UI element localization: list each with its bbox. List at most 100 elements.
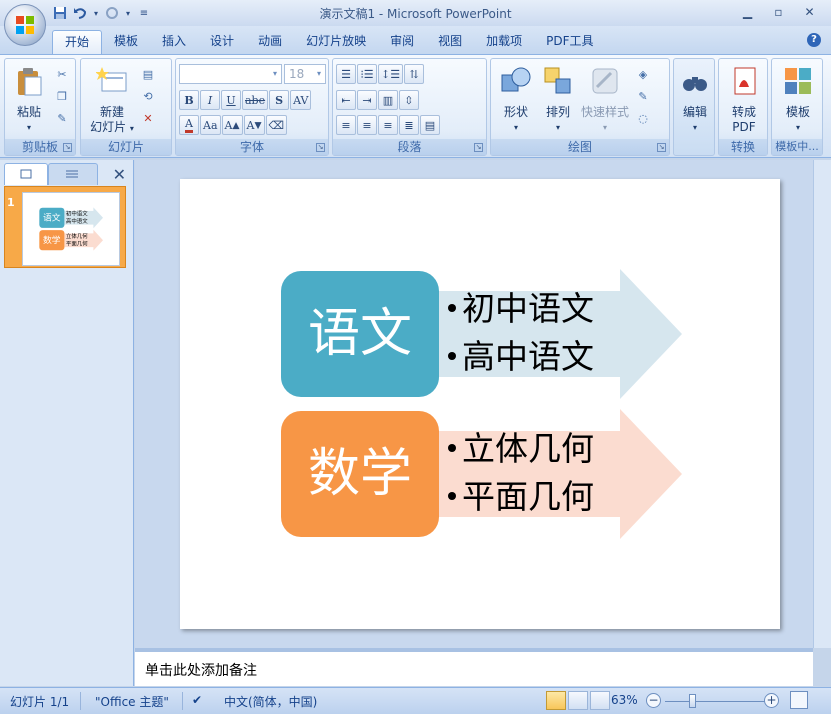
item-text-2-1: 立体几何 bbox=[462, 429, 594, 468]
shape-fill-icon[interactable]: ◈ bbox=[634, 65, 652, 83]
spell-check-icon[interactable]: ✔ bbox=[192, 693, 202, 707]
underline-button[interactable]: U bbox=[221, 90, 241, 110]
language[interactable]: 中文(简体，中国) bbox=[224, 693, 317, 710]
tab-home[interactable]: 开始 bbox=[52, 30, 103, 54]
delete-slide-icon[interactable]: ✕ bbox=[139, 109, 157, 127]
drawing-launcher-icon[interactable]: ↘ bbox=[657, 143, 666, 152]
text-direction-button[interactable]: ⇅ bbox=[404, 64, 425, 84]
minimize-icon[interactable]: ▁ bbox=[732, 2, 763, 22]
tab-design[interactable]: 设计 bbox=[198, 30, 246, 54]
font-size-dropdown-icon[interactable]: ▾ bbox=[313, 65, 325, 83]
grow-font-button[interactable]: A ▲ bbox=[221, 115, 243, 135]
strikethrough-button[interactable]: abe bbox=[242, 90, 269, 110]
convert-pdf-button[interactable]: 转成 PDF bbox=[721, 65, 767, 135]
font-size-combo[interactable]: 18 ▾ bbox=[284, 64, 326, 84]
paragraph-launcher-icon[interactable]: ↘ bbox=[474, 143, 483, 152]
templates-button[interactable]: 模板 ▾ bbox=[774, 65, 822, 135]
outline-tab[interactable] bbox=[48, 163, 98, 185]
columns-button[interactable]: ▥ bbox=[378, 90, 398, 110]
tab-animations[interactable]: 动画 bbox=[246, 30, 294, 54]
font-name-combo[interactable]: ▾ bbox=[179, 64, 282, 84]
slide-sorter-view-button[interactable] bbox=[568, 691, 588, 710]
arrange-button[interactable]: 排列 ▾ bbox=[537, 65, 579, 135]
thumb-item-2-1: 立体几何 bbox=[66, 232, 88, 240]
tab-templates[interactable]: 模板 bbox=[102, 30, 150, 54]
reset-icon[interactable]: ⟲ bbox=[139, 87, 157, 105]
slides-panel: ✕ 1 语文 初中语文 高中语文 数学 立体几何 平面几何 bbox=[0, 160, 134, 686]
zoom-slider-thumb[interactable] bbox=[689, 694, 696, 708]
bold-button[interactable]: B bbox=[179, 90, 199, 110]
decrease-indent-button[interactable]: ⇤ bbox=[336, 90, 356, 110]
tab-slide-show[interactable]: 幻灯片放映 bbox=[294, 30, 378, 54]
item-text-2-2: 平面几何 bbox=[462, 477, 594, 516]
zoom-out-icon[interactable]: − bbox=[646, 693, 661, 708]
panel-close-icon[interactable]: ✕ bbox=[113, 165, 126, 184]
smartart-diagram: 语文 初中语文 高中语文 数学 立体几何 平面几何 bbox=[281, 269, 682, 539]
help-icon[interactable]: ? bbox=[807, 33, 821, 47]
zoom-in-icon[interactable]: + bbox=[764, 693, 779, 708]
shape-outline-icon[interactable]: ✎ bbox=[634, 87, 652, 105]
fit-to-window-icon[interactable] bbox=[790, 691, 808, 709]
zoom-level[interactable]: 63% bbox=[611, 693, 638, 707]
templates-button-label: 模板 bbox=[785, 105, 810, 119]
slides-group-label: 幻灯片 bbox=[81, 139, 171, 155]
copy-icon[interactable]: ❐ bbox=[53, 87, 71, 105]
drawing-group-label: 绘图 bbox=[491, 139, 669, 155]
format-painter-icon[interactable]: ✎ bbox=[53, 109, 71, 127]
status-bar: 幻灯片 1/1 "Office 主题" ✔ 中文(简体，中国) 63% − + bbox=[0, 687, 831, 714]
normal-view-button[interactable] bbox=[546, 691, 566, 710]
close-icon[interactable]: ✕ bbox=[794, 2, 825, 22]
tab-insert[interactable]: 插入 bbox=[150, 30, 198, 54]
align-right-button[interactable]: ≡ bbox=[378, 115, 398, 135]
slide-show-view-button[interactable] bbox=[590, 691, 610, 710]
new-slide-button[interactable]: 新建 幻灯片 ▾ bbox=[87, 65, 137, 136]
zoom-slider-track[interactable] bbox=[665, 701, 765, 702]
tab-review[interactable]: 审阅 bbox=[378, 30, 426, 54]
slides-tab[interactable] bbox=[4, 163, 48, 185]
align-left-button[interactable]: ≡ bbox=[336, 115, 356, 135]
font-group: ▾ 18 ▾ B I U abe S AV A Aa A ▲ A ▼ ⌫ 字体 ↘ bbox=[175, 58, 329, 156]
tab-pdf-tools[interactable]: PDF工具 bbox=[534, 30, 605, 54]
change-case-button[interactable]: Aa bbox=[200, 115, 221, 135]
shapes-button[interactable]: 形状 ▾ bbox=[495, 65, 537, 135]
clipboard-launcher-icon[interactable]: ↘ bbox=[63, 143, 72, 152]
italic-button[interactable]: I bbox=[200, 90, 220, 110]
paragraph-group: ☰ ⁝☰ ↕☰ ⇅ ⇤ ⇥ ▥ ⇳ ≡ ≡ ≡ ≣ ▤ 段落 ↘ bbox=[332, 58, 487, 156]
restore-icon[interactable]: ▫ bbox=[763, 2, 794, 22]
shape-effects-icon[interactable]: ◌ bbox=[634, 109, 652, 127]
font-color-button[interactable]: A bbox=[179, 115, 199, 135]
numbering-button[interactable]: ⁝☰ bbox=[357, 64, 377, 84]
layout-icon[interactable]: ▤ bbox=[139, 65, 157, 83]
justify-button[interactable]: ≣ bbox=[399, 115, 419, 135]
panel-tabs: ✕ bbox=[2, 163, 132, 185]
align-center-button[interactable]: ≡ bbox=[357, 115, 377, 135]
tab-add-ins[interactable]: 加载项 bbox=[474, 30, 534, 54]
cut-icon[interactable]: ✂ bbox=[53, 65, 71, 83]
paste-label: 粘贴 bbox=[16, 105, 41, 119]
clear-formatting-button[interactable]: ⌫ bbox=[265, 115, 288, 135]
shrink-font-button[interactable]: A ▼ bbox=[243, 115, 265, 135]
distributed-button[interactable]: ▤ bbox=[420, 115, 440, 135]
character-spacing-button[interactable]: AV bbox=[290, 90, 312, 110]
bullets-button[interactable]: ☰ bbox=[336, 64, 356, 84]
shadow-button[interactable]: S bbox=[269, 90, 290, 110]
line-spacing-button[interactable]: ↕☰ bbox=[378, 64, 404, 84]
paste-button[interactable]: 粘贴 ▾ bbox=[11, 65, 47, 135]
notes-placeholder: 单击此处添加备注 bbox=[145, 663, 257, 679]
notes-pane[interactable]: 单击此处添加备注 bbox=[135, 648, 813, 686]
align-text-button[interactable]: ⇳ bbox=[399, 90, 419, 110]
font-name-dropdown-icon[interactable]: ▾ bbox=[269, 65, 281, 83]
slide-thumbnail[interactable]: 语文 初中语文 高中语文 数学 立体几何 平面几何 bbox=[22, 192, 120, 266]
increase-indent-button[interactable]: ⇥ bbox=[357, 90, 377, 110]
quick-styles-button[interactable]: 快速样式 ▾ bbox=[579, 65, 631, 135]
font-launcher-icon[interactable]: ↘ bbox=[316, 143, 325, 152]
arrange-icon bbox=[544, 67, 571, 94]
editing-label: 编辑 bbox=[682, 105, 707, 119]
vertical-scrollbar[interactable] bbox=[813, 160, 831, 648]
office-button[interactable] bbox=[4, 4, 46, 46]
editing-button[interactable]: 编辑 ▾ bbox=[676, 65, 714, 135]
tab-view[interactable]: 视图 bbox=[426, 30, 474, 54]
title-text-2: 数学 bbox=[308, 444, 412, 504]
slide-canvas[interactable]: 语文 初中语文 高中语文 数学 立体几何 平面几何 bbox=[180, 179, 780, 629]
editing-group: 编辑 ▾ bbox=[673, 58, 715, 156]
